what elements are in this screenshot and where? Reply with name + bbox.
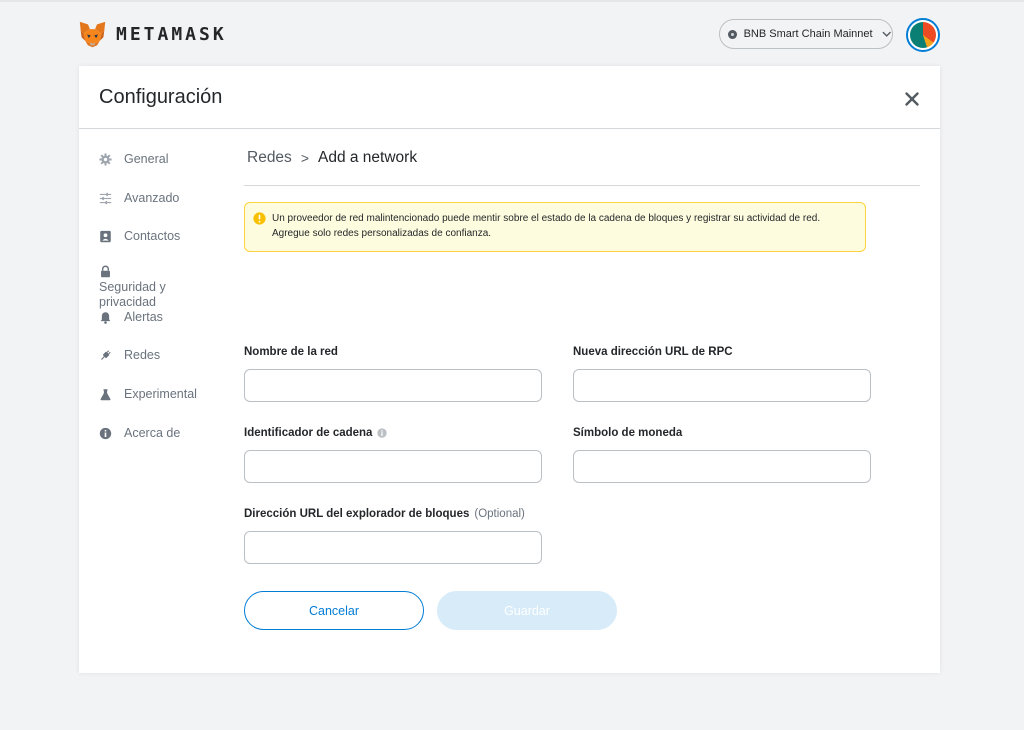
network-name-label: Nombre de la red <box>244 346 338 358</box>
lock-icon <box>101 265 110 278</box>
save-button[interactable]: Guardar <box>437 591 617 630</box>
divider <box>244 185 920 186</box>
gear-icon <box>99 152 112 166</box>
sidebar-item-alertas[interactable]: Alertas <box>99 310 163 324</box>
warning-banner: Un proveedor de red malintencionado pued… <box>244 202 866 252</box>
currency-symbol-label: Símbolo de moneda <box>573 427 682 439</box>
bell-icon <box>100 311 111 324</box>
sidebar-item-label: Redes <box>124 348 161 362</box>
sidebar-item-general[interactable]: General <box>99 152 168 166</box>
chain-id-label: Identificador de cadena <box>244 427 388 439</box>
avatar <box>910 22 936 48</box>
sidebar-item-label: Alertas <box>124 310 163 324</box>
account-avatar-button[interactable] <box>906 18 940 52</box>
info-icon <box>99 427 112 439</box>
explorer-url-input[interactable] <box>244 531 542 564</box>
settings-panel: Configuración General Avanzado Contactos… <box>79 66 940 673</box>
sidebar-item-contactos[interactable]: Contactos <box>99 229 180 243</box>
breadcrumb-current: Add a network <box>318 149 418 166</box>
currency-symbol-label-text: Símbolo de moneda <box>573 427 683 439</box>
optional-tag: (Optional) <box>474 508 525 520</box>
breadcrumb: Redes > Add a network <box>247 149 417 167</box>
sidebar-item-label: Seguridad y privacidad <box>99 280 166 309</box>
rpc-url-label: Nueva dirección URL de RPC <box>573 346 733 358</box>
sidebar-item-label: Acerca de <box>124 426 181 440</box>
cancel-button[interactable]: Cancelar <box>244 591 424 630</box>
contacts-icon <box>100 230 111 242</box>
metamask-logo[interactable]: METAMASK <box>78 20 227 49</box>
warning-text: Un proveedor de red malintencionado pued… <box>272 213 821 239</box>
sliders-icon <box>99 192 112 204</box>
sidebar-item-label: Experimental <box>124 387 197 401</box>
rpc-url-label-text: Nueva dirección URL de RPC <box>573 346 733 358</box>
sidebar-item-label: Contactos <box>124 229 181 243</box>
explorer-url-label: Dirección URL del explorador de bloques … <box>244 508 525 520</box>
network-label: BNB Smart Chain Mainnet <box>743 28 873 40</box>
chain-id-label-text: Identificador de cadena <box>244 427 373 439</box>
chevron-down-icon <box>882 31 891 37</box>
network-name-input[interactable] <box>244 369 542 402</box>
sidebar-item-redes[interactable]: Redes <box>99 348 160 362</box>
network-selector[interactable]: BNB Smart Chain Mainnet <box>719 19 893 49</box>
currency-symbol-input[interactable] <box>573 450 871 483</box>
page-title: Configuración <box>99 86 223 108</box>
info-tooltip-icon[interactable] <box>377 428 388 438</box>
settings-header: Configuración <box>79 66 940 129</box>
sidebar-item-label: Avanzado <box>124 191 180 205</box>
network-name-label-text: Nombre de la red <box>244 346 338 358</box>
sidebar-item-seguridad[interactable]: Seguridad y privacidad <box>99 265 189 310</box>
warning-icon <box>253 212 266 225</box>
rpc-url-input[interactable] <box>573 369 871 402</box>
sidebar-item-avanzado[interactable]: Avanzado <box>99 191 179 205</box>
network-indicator-icon <box>728 29 737 39</box>
sidebar-item-label: General <box>124 152 169 166</box>
fox-logo-icon <box>79 21 106 48</box>
chain-id-input[interactable] <box>244 450 542 483</box>
close-icon[interactable] <box>904 91 920 107</box>
breadcrumb-separator: > <box>300 150 309 166</box>
breadcrumb-parent-link[interactable]: Redes <box>247 149 292 167</box>
brand-wordmark: METAMASK <box>116 24 227 45</box>
explorer-url-label-text: Dirección URL del explorador de bloques <box>244 508 470 520</box>
sidebar-item-experimental[interactable]: Experimental <box>99 387 197 401</box>
plug-icon <box>101 349 111 360</box>
sidebar-item-acerca-de[interactable]: Acerca de <box>99 426 180 440</box>
flask-icon <box>100 388 111 400</box>
